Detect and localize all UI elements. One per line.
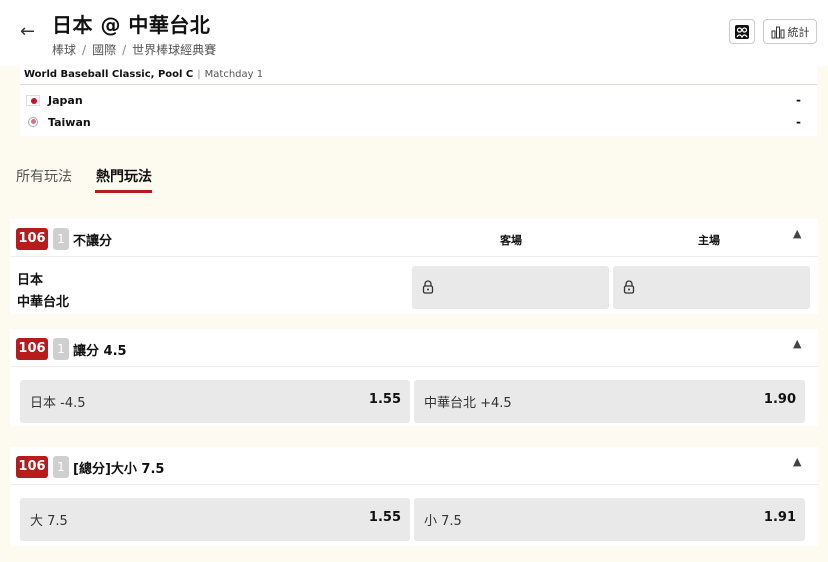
- market-id-badge: 106: [16, 456, 48, 478]
- market-name: 不讓分: [73, 234, 113, 249]
- back-arrow-icon[interactable]: ←: [20, 22, 35, 42]
- odds-cell-away-locked[interactable]: [412, 266, 609, 309]
- stats-label: 統計: [787, 25, 810, 39]
- team-row-japan: Japan -: [20, 90, 817, 110]
- team-label-away: 中華台北: [17, 295, 70, 310]
- selection-odds: 1.91: [763, 510, 796, 525]
- taiwan-flag-icon: [26, 116, 40, 128]
- selection-odds: 1.55: [368, 392, 401, 407]
- chevron-up-icon[interactable]: ▲: [793, 337, 801, 350]
- stats-button[interactable]: 統計: [763, 19, 817, 44]
- lock-icon: [623, 280, 635, 294]
- scoreboard: Japan - Taiwan -: [20, 86, 817, 136]
- tab-all-markets[interactable]: 所有玩法: [16, 166, 72, 186]
- tab-popular-label: 熱門玩法: [96, 169, 152, 185]
- odds-cell-handicap-home[interactable]: 日本 -4.5 1.55: [20, 380, 410, 423]
- selection-odds: 1.90: [763, 392, 796, 407]
- selection-label: 大 7.5: [30, 514, 68, 529]
- market-header[interactable]: 106 1 讓分 4.5 ▲: [10, 329, 818, 367]
- competition-name: World Baseball Classic, Pool C: [24, 69, 194, 80]
- matchday-label: Matchday 1: [204, 69, 264, 80]
- chevron-up-icon[interactable]: ▲: [793, 227, 801, 240]
- selection-odds: 1.55: [368, 510, 401, 525]
- chevron-up-icon[interactable]: ▲: [793, 455, 801, 468]
- team-score: -: [796, 115, 801, 129]
- market-moneyline: 106 1 不讓分 客場 主場 ▲ 日本 中華台北: [10, 219, 818, 314]
- breadcrumb: 棒球 / 國際 / 世界棒球經典賽: [52, 43, 217, 57]
- selection-label: 中華台北 +4.5: [424, 396, 512, 411]
- active-tab-indicator: [95, 190, 152, 193]
- market-name: [總分]大小 7.5: [73, 462, 165, 477]
- bar-chart-icon: [771, 26, 784, 38]
- market-name: 讓分 4.5: [73, 344, 127, 359]
- market-id-badge: 106: [16, 338, 48, 360]
- selection-label: 小 7.5: [424, 514, 462, 529]
- team-label-home: 日本: [17, 273, 44, 288]
- bet-builder-icon: [735, 24, 749, 39]
- match-info-bar: World Baseball Classic, Pool C | Matchday …: [20, 66, 817, 85]
- market-count-badge: 1: [53, 338, 69, 360]
- page-title: 日本 @ 中華台北: [52, 13, 211, 37]
- team-score: -: [796, 93, 801, 107]
- market-count-badge: 1: [53, 456, 69, 478]
- market-header[interactable]: 106 1 [總分]大小 7.5 ▲: [10, 447, 818, 485]
- bet-builder-button[interactable]: [729, 19, 755, 44]
- column-header-away: 客場: [500, 234, 522, 247]
- odds-cell-over[interactable]: 大 7.5 1.55: [20, 498, 410, 541]
- page-header: ← 日本 @ 中華台北 棒球 / 國際 / 世界棒球經典賽 統計: [0, 0, 828, 66]
- selection-label: 日本 -4.5: [30, 396, 86, 411]
- market-handicap: 106 1 讓分 4.5 ▲ 日本 -4.5 1.55 中華台北 +4.5 1.…: [10, 329, 818, 426]
- market-id-badge: 106: [16, 228, 48, 250]
- team-name: Taiwan: [48, 115, 91, 129]
- market-header[interactable]: 106 1 不讓分 客場 主場 ▲: [10, 219, 818, 257]
- market-totals: 106 1 [總分]大小 7.5 ▲ 大 7.5 1.55 小 7.5 1.91: [10, 447, 818, 546]
- lock-icon: [422, 280, 434, 294]
- market-count-badge: 1: [53, 228, 69, 250]
- column-header-home: 主場: [698, 234, 720, 247]
- odds-cell-under[interactable]: 小 7.5 1.91: [414, 498, 805, 541]
- breadcrumb-item-region[interactable]: 國際: [92, 43, 116, 57]
- breadcrumb-item-sport[interactable]: 棒球: [52, 43, 76, 57]
- odds-cell-handicap-away[interactable]: 中華台北 +4.5 1.90: [414, 380, 805, 423]
- tab-popular-markets[interactable]: 熱門玩法: [95, 166, 152, 193]
- breadcrumb-item-competition[interactable]: 世界棒球經典賽: [132, 43, 216, 57]
- team-name: Japan: [48, 93, 83, 107]
- japan-flag-icon: [26, 94, 40, 106]
- odds-cell-home-locked[interactable]: [613, 266, 810, 309]
- team-row-taiwan: Taiwan -: [20, 112, 817, 132]
